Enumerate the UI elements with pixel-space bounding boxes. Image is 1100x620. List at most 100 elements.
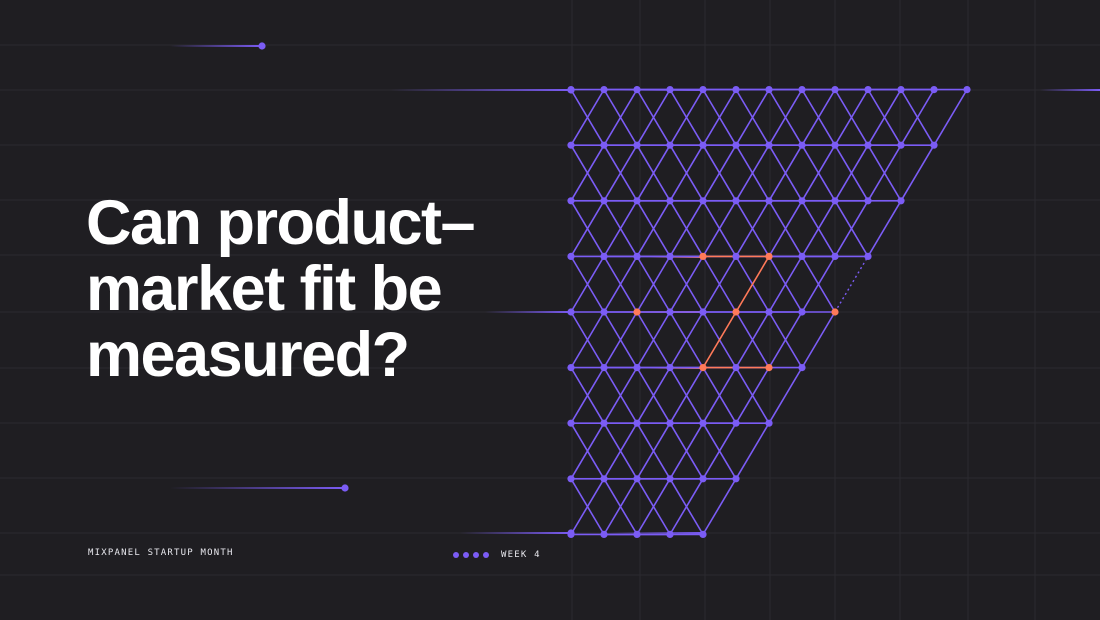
lattice-node bbox=[897, 197, 905, 205]
lattice-edge bbox=[867, 200, 902, 257]
lattice-node bbox=[765, 308, 773, 316]
lattice-node bbox=[732, 141, 740, 149]
lattice-node bbox=[600, 141, 608, 149]
lattice-node bbox=[633, 530, 641, 539]
lattice-node bbox=[897, 86, 905, 94]
lattice-node bbox=[633, 475, 641, 483]
lattice-node bbox=[567, 419, 575, 427]
lattice-node bbox=[864, 197, 872, 205]
week-dot-icon bbox=[463, 552, 469, 558]
lattice-node bbox=[666, 252, 674, 260]
lattice-node bbox=[567, 308, 575, 316]
highlight-node bbox=[831, 308, 839, 316]
light-streak bbox=[170, 487, 345, 489]
lattice-node bbox=[600, 252, 608, 260]
lattice-node bbox=[765, 141, 773, 149]
lattice-node bbox=[600, 364, 608, 372]
hero-title-line-2: market fit be bbox=[86, 254, 443, 324]
lattice-node bbox=[831, 86, 839, 94]
lattice-node bbox=[930, 141, 938, 149]
lattice-node bbox=[633, 86, 641, 94]
lattice-node bbox=[567, 197, 575, 205]
lattice-node bbox=[633, 252, 641, 260]
lattice-node bbox=[798, 364, 806, 372]
lattice-node bbox=[567, 475, 575, 483]
lattice-node bbox=[699, 141, 707, 149]
dotted-edge bbox=[834, 256, 869, 313]
lattice-node bbox=[963, 86, 971, 94]
lattice-node bbox=[732, 86, 740, 94]
lattice-node bbox=[732, 252, 740, 260]
lattice-node bbox=[699, 197, 707, 205]
lattice-node bbox=[633, 364, 641, 372]
lattice-node bbox=[600, 308, 608, 316]
streak-node bbox=[567, 86, 575, 94]
lattice-node bbox=[798, 86, 806, 94]
lattice-edge bbox=[735, 422, 770, 480]
week-dot-icon bbox=[483, 552, 489, 558]
lattice-node bbox=[699, 308, 707, 316]
lattice-node bbox=[666, 530, 674, 539]
highlight-node bbox=[699, 364, 707, 372]
lattice-node bbox=[633, 419, 641, 427]
lattice-node bbox=[600, 530, 608, 539]
light-streak bbox=[170, 45, 262, 47]
lattice-node bbox=[798, 252, 806, 260]
lattice-edge bbox=[801, 311, 836, 369]
lattice-node bbox=[567, 141, 575, 149]
lattice-node bbox=[732, 364, 740, 372]
lattice-node bbox=[699, 419, 707, 427]
lattice-edge bbox=[768, 367, 803, 424]
lattice-node bbox=[666, 364, 674, 372]
lattice-node bbox=[666, 197, 674, 205]
lattice-node bbox=[633, 141, 641, 149]
slide: Can product– market fit be measured? MIX… bbox=[0, 0, 1100, 620]
lattice-node bbox=[666, 86, 674, 94]
lattice-node bbox=[600, 86, 608, 94]
lattice-edge bbox=[702, 478, 737, 535]
highlight-node bbox=[765, 252, 773, 260]
streak-node bbox=[567, 529, 575, 537]
lattice-node bbox=[732, 197, 740, 205]
lattice-node bbox=[600, 197, 608, 205]
lattice-node bbox=[897, 141, 905, 149]
light-streak bbox=[460, 532, 571, 534]
lattice-node bbox=[699, 475, 707, 483]
lattice-node bbox=[699, 530, 707, 539]
lattice-node bbox=[864, 141, 872, 149]
lattice-node bbox=[633, 197, 641, 205]
lattice-node bbox=[732, 475, 740, 483]
lattice-edge bbox=[933, 89, 968, 146]
lattice-node bbox=[699, 86, 707, 94]
lattice-node bbox=[798, 141, 806, 149]
lattice-node bbox=[798, 197, 806, 205]
lattice-node bbox=[567, 364, 575, 372]
highlight-node bbox=[732, 308, 740, 316]
highlight-node bbox=[699, 252, 707, 260]
streak-node bbox=[341, 484, 349, 492]
lattice-node bbox=[666, 141, 674, 149]
week-dot-icon bbox=[453, 552, 459, 558]
highlight-node bbox=[765, 364, 773, 372]
highlight-node bbox=[633, 308, 641, 316]
lattice-node bbox=[666, 308, 674, 316]
lattice-node bbox=[831, 252, 839, 260]
lattice-node bbox=[831, 141, 839, 149]
week-dot-icon bbox=[473, 552, 479, 558]
lattice-node bbox=[831, 197, 839, 205]
lattice-node bbox=[798, 308, 806, 316]
week-indicator: WEEK 4 bbox=[453, 550, 541, 560]
brand-label: MIXPANEL STARTUP MONTH bbox=[88, 548, 234, 558]
lattice-node bbox=[930, 86, 938, 94]
lattice-node bbox=[600, 475, 608, 483]
lattice-node bbox=[864, 252, 872, 260]
lattice-node bbox=[666, 419, 674, 427]
hero-title: Can product– market fit be measured? bbox=[86, 190, 516, 388]
light-streak bbox=[390, 89, 571, 91]
streak-node bbox=[258, 42, 266, 50]
lattice-edge bbox=[900, 144, 935, 202]
hero-title-line-1: Can product– bbox=[86, 188, 476, 258]
light-streak bbox=[1040, 89, 1100, 91]
lattice-node bbox=[864, 86, 872, 94]
lattice-node bbox=[567, 252, 575, 260]
